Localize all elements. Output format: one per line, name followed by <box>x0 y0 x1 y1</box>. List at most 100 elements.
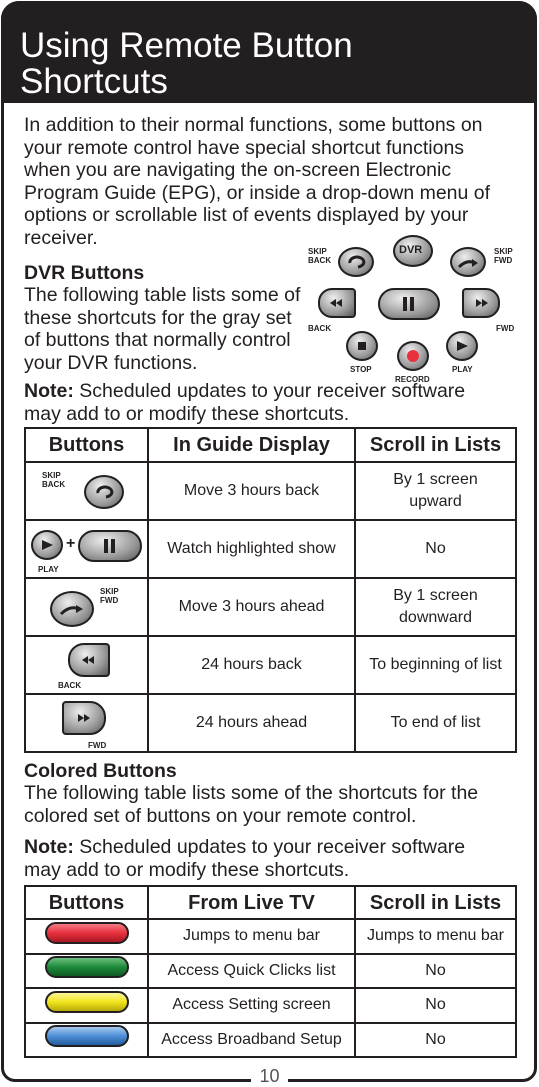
yellow-button-icon <box>44 990 129 1013</box>
fast-forward-icon <box>476 299 488 307</box>
fwd-label: FWD <box>496 324 515 333</box>
guide-cell: 24 hours back <box>147 635 356 695</box>
skip-back-label: SKIP BACK <box>308 247 332 265</box>
col-header-guide: In Guide Display <box>147 427 356 463</box>
note-label: Note: <box>24 836 74 858</box>
dvr-button[interactable]: DVR <box>393 235 433 267</box>
rewind-icon <box>330 299 342 307</box>
button-cell: BACK <box>24 635 149 695</box>
live-cell: Access Quick Clicks list <box>147 952 356 989</box>
dvr-note: Note: Scheduled updates to your receiver… <box>24 380 504 425</box>
plus-sign: + <box>66 535 76 552</box>
intro-text: In addition to their normal functions, s… <box>24 114 491 249</box>
col-header-buttons: Buttons <box>24 427 149 463</box>
play-label: PLAY <box>452 365 473 374</box>
play-icon <box>31 530 63 560</box>
guide-cell: Move 3 hours back <box>147 461 356 521</box>
green-button-icon <box>44 956 129 979</box>
guide-cell: Move 3 hours ahead <box>147 577 356 637</box>
live-cell: Access Setting screen <box>147 987 356 1024</box>
back-label: BACK <box>58 681 82 690</box>
skip-back-button[interactable] <box>338 247 374 277</box>
guide-cell: 24 hours ahead <box>147 693 356 753</box>
skip-back-icon <box>84 475 124 509</box>
fwd-label: FWD <box>88 741 107 750</box>
button-cell <box>24 918 149 955</box>
skip-fwd-icon <box>457 259 478 269</box>
record-label: RECORD <box>395 375 430 384</box>
page-number-text: 10 <box>251 1066 288 1086</box>
table-row: Jumps to menu bar Jumps to menu bar <box>24 918 517 955</box>
table-row: SKIP FWD Move 3 hours ahead By 1 screen … <box>24 577 517 637</box>
back-button[interactable] <box>318 288 356 318</box>
colored-note: Note: Scheduled updates to your receiver… <box>24 836 504 881</box>
table-row: + PLAY Watch highlighted show No <box>24 519 517 579</box>
table-header-row: Buttons From Live TV Scroll in Lists <box>24 885 517 920</box>
red-button-icon <box>44 921 129 944</box>
dvr-label: DVR <box>399 244 423 256</box>
record-button[interactable] <box>397 341 429 371</box>
colored-shortcuts-table: Buttons From Live TV Scroll in Lists Jum… <box>24 885 517 1058</box>
button-cell: SKIP BACK <box>24 461 149 521</box>
lists-cell: By 1 screen downward <box>354 577 517 637</box>
col-header-live: From Live TV <box>147 885 356 920</box>
table-row: Access Setting screen No <box>24 987 517 1024</box>
play-icon <box>457 341 468 351</box>
fast-forward-icon <box>62 701 106 735</box>
stop-icon <box>358 342 366 350</box>
lists-cell: No <box>354 1021 517 1058</box>
lists-cell: No <box>354 987 517 1024</box>
live-cell: Access Broadband Setup <box>147 1021 356 1058</box>
note-text: Scheduled updates to your receiver softw… <box>24 380 466 425</box>
button-cell <box>24 952 149 989</box>
lists-cell: To end of list <box>354 693 517 753</box>
skip-fwd-label: SKIP FWD <box>494 247 513 265</box>
skip-fwd-label: SKIP FWD <box>100 587 119 605</box>
lists-cell: Jumps to menu bar <box>354 918 517 955</box>
table-header-row: Buttons In Guide Display Scroll in Lists <box>24 427 517 463</box>
play-label: PLAY <box>38 565 59 574</box>
note-text: Scheduled updates to your receiver softw… <box>24 836 466 881</box>
skip-fwd-button[interactable] <box>450 247 486 277</box>
stop-button[interactable] <box>346 331 378 361</box>
table-row: BACK 24 hours back To beginning of list <box>24 635 517 695</box>
table-row: Access Broadband Setup No <box>24 1021 517 1058</box>
pause-icon <box>403 297 414 311</box>
button-cell: FWD <box>24 693 149 753</box>
skip-back-label: SKIP BACK <box>42 471 66 489</box>
remote-diagram: SKIP BACK DVR SKIP FWD BACK FWD STOP REC… <box>300 235 520 385</box>
button-cell: + PLAY <box>24 519 149 579</box>
button-cell <box>24 987 149 1024</box>
dvr-heading: DVR Buttons <box>24 262 145 284</box>
dvr-shortcuts-table: Buttons In Guide Display Scroll in Lists… <box>24 427 517 753</box>
colored-text: The following table lists some of the sh… <box>24 782 479 827</box>
page-title: Using Remote Button Shortcuts <box>20 26 353 101</box>
button-cell: SKIP FWD <box>24 577 149 637</box>
live-cell: Jumps to menu bar <box>147 918 356 955</box>
button-cell <box>24 1021 149 1058</box>
guide-cell: Watch highlighted show <box>147 519 356 579</box>
play-button[interactable] <box>446 331 478 361</box>
dvr-text: The following table lists some of these … <box>24 284 301 374</box>
col-header-lists: Scroll in Lists <box>354 427 517 463</box>
table-row: FWD 24 hours ahead To end of list <box>24 693 517 753</box>
back-label: BACK <box>308 324 332 333</box>
table-row: SKIP BACK Move 3 hours back By 1 screen … <box>24 461 517 521</box>
fwd-button[interactable] <box>462 288 500 318</box>
stop-label: STOP <box>350 365 372 374</box>
note-label: Note: <box>24 380 74 402</box>
blue-button-icon <box>44 1025 129 1048</box>
lists-cell: To beginning of list <box>354 635 517 695</box>
col-header-lists: Scroll in Lists <box>354 885 517 920</box>
col-header-buttons: Buttons <box>24 885 149 920</box>
lists-cell: No <box>354 519 517 579</box>
skip-fwd-icon <box>50 591 94 627</box>
lists-cell: No <box>354 952 517 989</box>
pause-icon <box>78 530 142 562</box>
pause-button[interactable] <box>378 288 440 320</box>
table-row: Access Quick Clicks list No <box>24 952 517 989</box>
record-icon <box>407 350 419 362</box>
colored-heading: Colored Buttons <box>24 760 177 782</box>
lists-cell: By 1 screen upward <box>354 461 517 521</box>
skip-back-icon <box>348 255 366 269</box>
